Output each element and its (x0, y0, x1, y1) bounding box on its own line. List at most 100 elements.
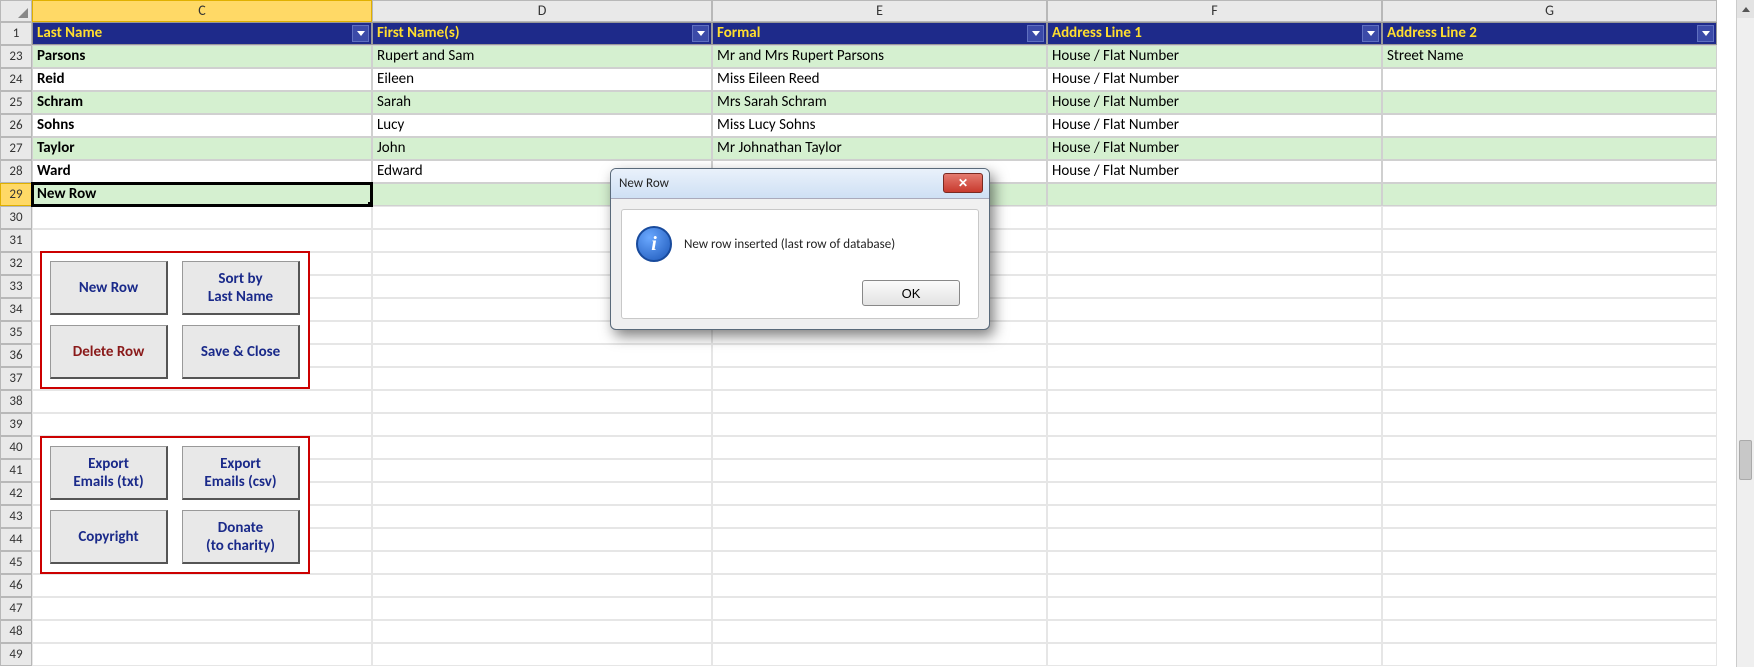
empty-cell[interactable] (712, 597, 1047, 620)
empty-cell[interactable] (1047, 620, 1382, 643)
table-cell[interactable]: House / Flat Number (1047, 114, 1382, 137)
empty-cell[interactable] (372, 620, 712, 643)
table-header[interactable]: First Name(s) (372, 22, 712, 45)
row-number[interactable]: 45 (0, 551, 32, 574)
empty-cell[interactable] (1382, 643, 1717, 666)
column-header-D[interactable]: D (372, 0, 712, 22)
empty-cell[interactable] (1382, 413, 1717, 436)
table-cell[interactable]: Street Name (1382, 45, 1717, 68)
empty-cell[interactable] (1047, 298, 1382, 321)
row-number[interactable]: 36 (0, 344, 32, 367)
copyright-button[interactable]: Copyright (50, 510, 168, 564)
row-number[interactable]: 31 (0, 229, 32, 252)
column-header-E[interactable]: E (712, 0, 1047, 22)
table-header[interactable]: Address Line 1 (1047, 22, 1382, 45)
empty-cell[interactable] (1047, 459, 1382, 482)
empty-cell[interactable] (372, 505, 712, 528)
filter-dropdown-icon[interactable] (352, 25, 369, 42)
new-row-button[interactable]: New Row (50, 261, 168, 315)
empty-cell[interactable] (372, 482, 712, 505)
empty-cell[interactable] (32, 229, 372, 252)
empty-cell[interactable] (32, 206, 372, 229)
empty-cell[interactable] (712, 643, 1047, 666)
table-cell[interactable]: House / Flat Number (1047, 91, 1382, 114)
table-cell[interactable]: House / Flat Number (1047, 45, 1382, 68)
row-number[interactable]: 34 (0, 298, 32, 321)
sort-last-name-button[interactable]: Sort byLast Name (182, 261, 300, 315)
empty-cell[interactable] (1047, 390, 1382, 413)
table-cell[interactable]: Taylor (32, 137, 372, 160)
table-cell[interactable] (1382, 68, 1717, 91)
empty-cell[interactable] (1382, 459, 1717, 482)
empty-cell[interactable] (372, 390, 712, 413)
row-number[interactable]: 27 (0, 137, 32, 160)
empty-cell[interactable] (1047, 505, 1382, 528)
empty-cell[interactable] (712, 413, 1047, 436)
empty-cell[interactable] (1382, 229, 1717, 252)
row-number[interactable]: 25 (0, 91, 32, 114)
export-txt-button[interactable]: ExportEmails (txt) (50, 446, 168, 500)
empty-cell[interactable] (372, 551, 712, 574)
scroll-thumb[interactable] (1739, 440, 1752, 480)
table-header[interactable]: Address Line 2 (1382, 22, 1717, 45)
empty-cell[interactable] (712, 505, 1047, 528)
table-cell[interactable]: House / Flat Number (1047, 68, 1382, 91)
row-number[interactable]: 29 (0, 183, 32, 206)
row-number[interactable]: 33 (0, 275, 32, 298)
dialog-close-button[interactable]: ✕ (943, 173, 983, 193)
table-cell[interactable]: Eileen (372, 68, 712, 91)
column-header-C[interactable]: C (32, 0, 372, 22)
empty-cell[interactable] (712, 574, 1047, 597)
empty-cell[interactable] (1047, 436, 1382, 459)
table-cell[interactable]: Reid (32, 68, 372, 91)
row-number[interactable]: 35 (0, 321, 32, 344)
table-cell[interactable]: House / Flat Number (1047, 137, 1382, 160)
export-csv-button[interactable]: ExportEmails (csv) (182, 446, 300, 500)
empty-cell[interactable] (1047, 574, 1382, 597)
empty-cell[interactable] (712, 551, 1047, 574)
row-number[interactable]: 48 (0, 620, 32, 643)
row-number[interactable]: 44 (0, 528, 32, 551)
empty-cell[interactable] (372, 413, 712, 436)
empty-cell[interactable] (1382, 597, 1717, 620)
table-cell[interactable] (1382, 183, 1717, 206)
empty-cell[interactable] (1382, 275, 1717, 298)
empty-cell[interactable] (32, 413, 372, 436)
empty-cell[interactable] (32, 574, 372, 597)
empty-cell[interactable] (1047, 252, 1382, 275)
table-cell[interactable]: Rupert and Sam (372, 45, 712, 68)
empty-cell[interactable] (1047, 206, 1382, 229)
table-cell[interactable]: Miss Lucy Sohns (712, 114, 1047, 137)
empty-cell[interactable] (372, 459, 712, 482)
dialog-title-bar[interactable]: New Row ✕ (611, 169, 989, 199)
empty-cell[interactable] (1047, 344, 1382, 367)
column-header-F[interactable]: F (1047, 0, 1382, 22)
donate-button[interactable]: Donate(to charity) (182, 510, 300, 564)
row-number[interactable]: 41 (0, 459, 32, 482)
filter-dropdown-icon[interactable] (1362, 25, 1379, 42)
table-cell[interactable]: Miss Eileen Reed (712, 68, 1047, 91)
empty-cell[interactable] (372, 597, 712, 620)
table-cell[interactable]: John (372, 137, 712, 160)
row-number[interactable]: 47 (0, 597, 32, 620)
empty-cell[interactable] (1382, 390, 1717, 413)
column-header-G[interactable]: G (1382, 0, 1717, 22)
empty-cell[interactable] (1047, 321, 1382, 344)
empty-cell[interactable] (712, 436, 1047, 459)
empty-cell[interactable] (1382, 528, 1717, 551)
empty-cell[interactable] (712, 459, 1047, 482)
empty-cell[interactable] (32, 620, 372, 643)
table-header[interactable]: Last Name (32, 22, 372, 45)
table-cell[interactable]: Lucy (372, 114, 712, 137)
empty-cell[interactable] (372, 344, 712, 367)
empty-cell[interactable] (32, 597, 372, 620)
table-cell[interactable]: Schram (32, 91, 372, 114)
empty-cell[interactable] (1382, 574, 1717, 597)
empty-cell[interactable] (712, 482, 1047, 505)
empty-cell[interactable] (712, 620, 1047, 643)
empty-cell[interactable] (372, 436, 712, 459)
vertical-scrollbar[interactable] (1736, 0, 1754, 667)
filter-dropdown-icon[interactable] (1027, 25, 1044, 42)
delete-row-button[interactable]: Delete Row (50, 325, 168, 379)
row-number[interactable]: 30 (0, 206, 32, 229)
